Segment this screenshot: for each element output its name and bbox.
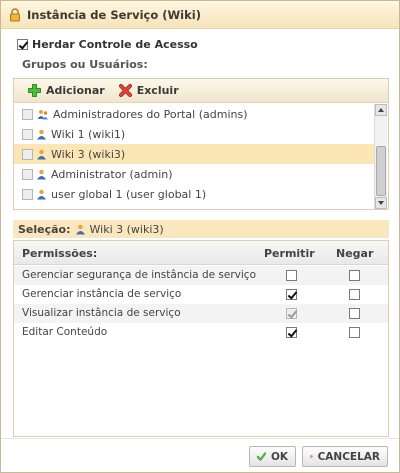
permissions-header-deny: Negar <box>336 247 374 260</box>
permission-name: Visualizar instância de serviço <box>22 307 181 319</box>
lock-icon <box>10 7 20 21</box>
permission-row: Editar Conteúdo <box>14 323 388 342</box>
group-icon <box>37 109 48 119</box>
list-item-label: Administradores do Portal (admins) <box>53 107 248 121</box>
allow-checkbox[interactable] <box>286 327 297 338</box>
selection-label: Seleção: <box>18 222 71 236</box>
user-icon <box>75 224 85 234</box>
inherit-row: Herdar Controle de Acesso <box>17 38 198 51</box>
permission-row: Visualizar instância de serviço <box>14 304 388 323</box>
list-item[interactable]: Administradores do Portal (admins) <box>14 104 374 124</box>
cancel-icon <box>310 455 313 458</box>
ok-button[interactable]: OK <box>249 446 296 467</box>
permissions-panel: Permissões: Permitir Negar Gerenciar seg… <box>13 240 389 437</box>
list-item-label: Administrator (admin) <box>51 167 173 181</box>
selection-value: Wiki 3 (wiki3) <box>89 222 164 236</box>
permission-row: Gerenciar segurança de instância de serv… <box>14 266 388 285</box>
list-item-label: Wiki 3 (wiki3) <box>51 147 126 161</box>
deny-checkbox[interactable] <box>349 327 360 338</box>
permissions-header-name: Permissões: <box>22 247 98 260</box>
list-item[interactable]: Administrator (admin) <box>14 164 374 184</box>
groups-toolbar: Adicionar Excluir <box>14 79 388 103</box>
dialog-titlebar: Instância de Serviço (Wiki) <box>1 1 399 29</box>
scroll-up-arrow-icon[interactable] <box>375 104 387 116</box>
user-icon <box>37 149 46 159</box>
permission-name: Editar Conteúdo <box>22 326 108 338</box>
cancel-label: CANCELAR <box>317 450 380 463</box>
remove-icon <box>118 84 132 97</box>
inherit-checkbox[interactable] <box>17 39 28 50</box>
list-item-checkbox[interactable] <box>22 108 33 120</box>
checkmark-icon <box>257 452 266 461</box>
deny-checkbox[interactable] <box>349 270 360 281</box>
list-item-label: user global 1 (user global 1) <box>51 187 207 201</box>
dialog-title: Instância de Serviço (Wiki) <box>27 7 201 22</box>
remove-label: Excluir <box>136 84 179 97</box>
cancel-button[interactable]: CANCELAR <box>302 446 388 467</box>
selection-bar: Seleção: Wiki 3 (wiki3) <box>13 220 389 238</box>
plus-icon <box>28 84 41 97</box>
list-item-checkbox[interactable] <box>22 148 33 160</box>
scroll-down-arrow-icon[interactable] <box>375 197 387 209</box>
permission-name: Gerenciar instância de serviço <box>22 288 182 300</box>
permissions-header: Permissões: Permitir Negar <box>14 241 388 265</box>
allow-checkbox <box>286 308 297 319</box>
list-item-label: Wiki 1 (wiki1) <box>51 127 126 141</box>
deny-checkbox[interactable] <box>349 308 360 319</box>
groups-section-label: Grupos ou Usuários: <box>22 58 148 71</box>
permission-row: Gerenciar instância de serviço <box>14 285 388 304</box>
list-item-selected[interactable]: Wiki 3 (wiki3) <box>14 144 374 164</box>
permission-name: Gerenciar segurança de instância de serv… <box>22 269 256 281</box>
ok-label: OK <box>270 450 288 463</box>
list-item[interactable]: Wiki 1 (wiki1) <box>14 124 374 144</box>
groups-panel: Adicionar Excluir Administradores do Por… <box>13 78 389 210</box>
list-item-checkbox[interactable] <box>22 168 33 180</box>
groups-scrollbar[interactable] <box>374 104 387 209</box>
deny-checkbox[interactable] <box>349 289 360 300</box>
scrollbar-thumb[interactable] <box>376 146 386 196</box>
remove-button[interactable]: Excluir <box>118 84 179 97</box>
footer-divider <box>1 438 399 439</box>
groups-list: Administradores do Portal (admins) Wiki … <box>14 104 374 209</box>
list-item[interactable]: user global 1 (user global 1) <box>14 184 374 204</box>
dialog: Instância de Serviço (Wiki) Herdar Contr… <box>0 0 400 473</box>
user-icon <box>37 169 46 179</box>
allow-checkbox[interactable] <box>286 289 297 300</box>
list-item-checkbox[interactable] <box>22 188 33 200</box>
list-item-checkbox[interactable] <box>22 128 33 140</box>
add-label: Adicionar <box>46 84 105 97</box>
allow-checkbox[interactable] <box>286 270 297 281</box>
permissions-header-allow: Permitir <box>264 247 315 260</box>
inherit-label: Herdar Controle de Acesso <box>32 38 198 51</box>
user-icon <box>37 129 46 139</box>
user-icon <box>37 189 46 199</box>
add-button[interactable]: Adicionar <box>28 84 105 97</box>
